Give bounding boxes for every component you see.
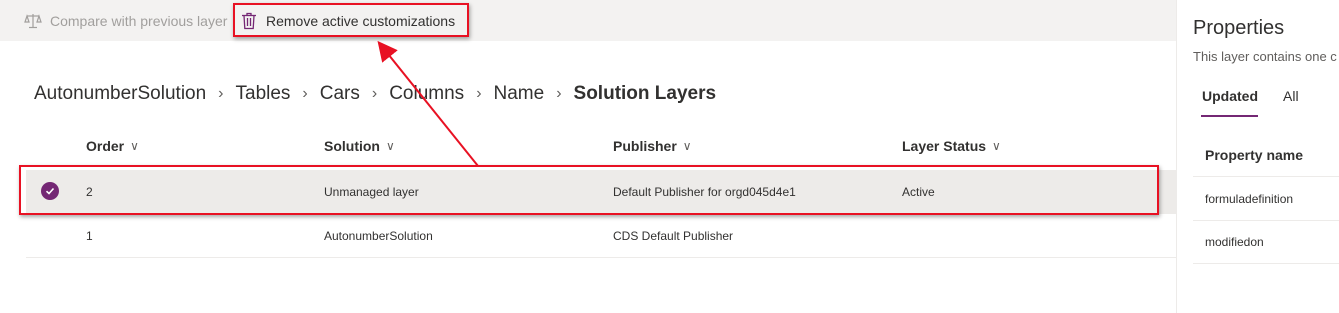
column-header-label: Order — [86, 138, 125, 154]
chevron-right-icon: › — [556, 85, 562, 102]
breadcrumb-item-name[interactable]: Name — [494, 83, 545, 105]
chevron-right-icon: › — [476, 85, 482, 102]
table-row[interactable]: 1 AutonumberSolution CDS Default Publish… — [26, 214, 1176, 258]
compare-label: Compare with previous layer — [50, 12, 228, 29]
cell-order: 1 — [86, 228, 93, 243]
cell-solution: AutonumberSolution — [324, 228, 433, 243]
list-item[interactable]: modifiedon — [1193, 221, 1339, 264]
panel-subtitle: This layer contains one c — [1193, 49, 1337, 64]
highlight-box-remove-button — [233, 3, 469, 37]
chevron-down-icon: ∨ — [992, 139, 1001, 153]
annotation-arrow — [377, 40, 479, 167]
breadcrumb-item-tables[interactable]: Tables — [236, 83, 291, 105]
tab-all[interactable]: All — [1283, 88, 1299, 104]
tab-updated[interactable]: Updated — [1202, 88, 1258, 104]
chevron-down-icon: ∨ — [386, 139, 395, 153]
column-header-label: Publisher — [613, 138, 677, 154]
chevron-right-icon: › — [218, 85, 224, 102]
panel-title: Properties — [1193, 17, 1285, 39]
chevron-down-icon: ∨ — [682, 139, 692, 153]
property-name-header[interactable]: Property name — [1193, 134, 1339, 177]
column-header-order[interactable]: Order ∨ — [86, 138, 139, 154]
chevron-right-icon: › — [371, 85, 378, 102]
breadcrumb-current: Solution Layers — [573, 83, 717, 104]
chevron-down-icon: ∨ — [130, 139, 139, 153]
breadcrumb-item-solution[interactable]: AutonumberSolution — [34, 83, 206, 105]
highlight-box-selected-row — [19, 165, 1159, 215]
active-tab-indicator — [1201, 115, 1258, 117]
command-bar: Compare with previous layer Remove activ… — [0, 0, 1176, 41]
column-header-label: Layer Status — [902, 138, 987, 154]
properties-panel: Properties This layer contains one c Upd… — [1176, 0, 1339, 313]
column-header-publisher[interactable]: Publisher ∨ — [613, 138, 692, 154]
list-item[interactable]: formuladefinition — [1193, 178, 1339, 221]
breadcrumb: AutonumberSolution › Tables › Cars › Col… — [34, 80, 716, 108]
scale-icon — [24, 13, 42, 28]
column-header-label: Solution — [324, 138, 380, 154]
chevron-right-icon: › — [302, 85, 308, 102]
column-header-layer-status[interactable]: Layer Status ∨ — [902, 138, 1001, 154]
compare-with-previous-layer-button[interactable]: Compare with previous layer — [24, 0, 227, 41]
breadcrumb-item-columns[interactable]: Columns — [389, 83, 464, 105]
cell-publisher: CDS Default Publisher — [613, 228, 734, 243]
column-header-solution[interactable]: Solution ∨ — [324, 138, 395, 154]
breadcrumb-item-cars[interactable]: Cars — [320, 83, 360, 105]
